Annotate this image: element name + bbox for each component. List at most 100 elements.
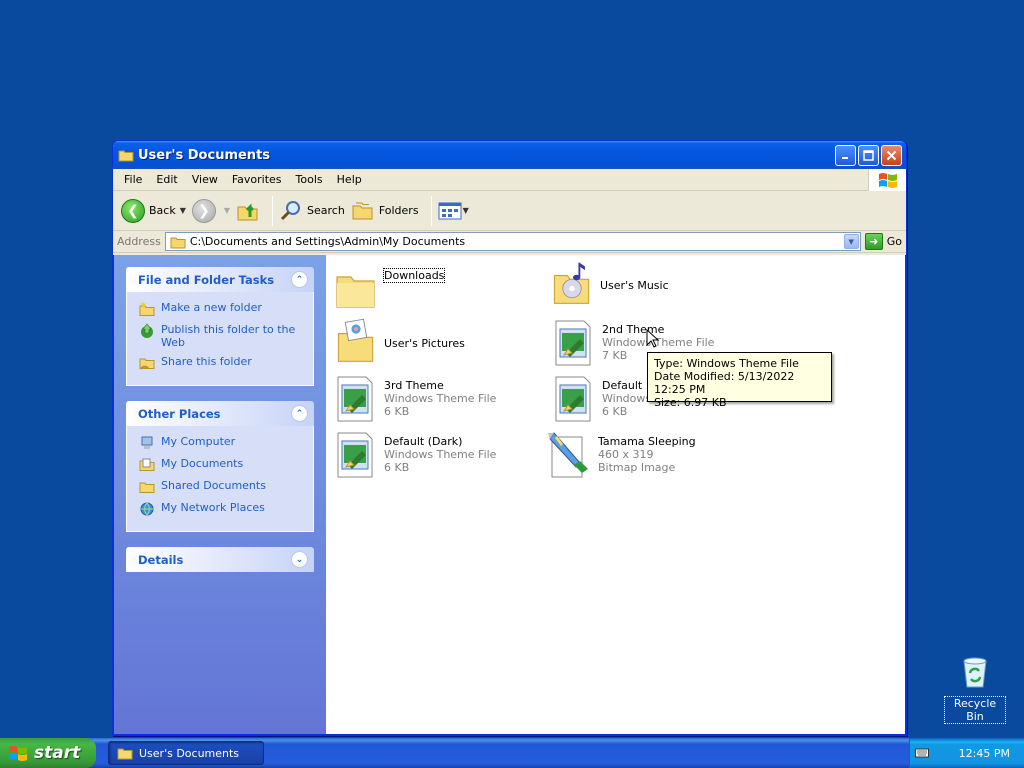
windows-logo-icon [868,169,906,191]
file-item-users-pictures[interactable]: User's Pictures [334,317,549,365]
menu-tools[interactable]: Tools [289,173,330,186]
minimize-button[interactable] [835,144,856,166]
file-name: Downloads [382,268,446,283]
my-documents-link[interactable]: My Documents [139,457,303,473]
my-network-places-link[interactable]: My Network Places [139,501,303,517]
file-item-default-dark[interactable]: Default (Dark) Windows Theme File 6 KB [334,431,549,479]
folder-icon [336,276,375,308]
forward-dropdown-icon[interactable]: ▼ [224,206,230,215]
network-places-icon [140,502,154,516]
file-size: 6 KB [384,461,410,474]
my-computer-icon [141,436,153,449]
title-bar[interactable]: User's Documents [113,141,906,169]
mouse-cursor-icon [646,329,660,348]
make-new-folder-link[interactable]: Make a new folder [139,301,303,317]
task-label: Share this folder [161,355,252,368]
up-folder-button[interactable] [236,199,260,223]
toolbar-separator [430,195,432,226]
folder-icon [170,237,186,248]
address-input[interactable]: C:\Documents and Settings\Admin\My Docum… [164,232,861,251]
music-folder-icon [553,262,590,304]
address-dropdown-icon[interactable]: ▼ [843,234,859,249]
menu-edit[interactable]: Edit [149,173,184,186]
shared-documents-icon [139,482,155,493]
panel-title: Other Places [138,406,221,421]
start-button[interactable]: start [0,738,96,768]
other-places-header[interactable]: Other Places ⌃ [126,401,314,426]
search-button[interactable]: Search [279,199,345,223]
new-folder-icon [139,302,155,316]
clock[interactable]: 12:45 PM [959,747,1010,760]
expand-chevron-icon[interactable]: ⌄ [291,551,308,568]
keyboard-icon[interactable] [915,747,929,759]
other-places-panel: Other Places ⌃ My Computer My Documents … [126,401,314,532]
taskbar: start User's Documents 12:45 PM [0,738,1024,768]
menu-favorites[interactable]: Favorites [225,173,289,186]
file-item-tamama-sleeping[interactable]: Tamama Sleeping 460 x 319 Bitmap Image [548,431,763,479]
recycle-bin-label: Recycle Bin [944,696,1006,724]
share-folder-link[interactable]: Share this folder [139,355,303,371]
menu-file[interactable]: File [117,173,149,186]
address-label: Address [117,235,161,248]
taskbar-item-users-documents[interactable]: User's Documents [108,741,264,765]
toolbar: ❮ Back ▼ ❯ ▼ Search Folders ▼ [113,191,906,231]
file-item-3rd-theme[interactable]: 3rd Theme Windows Theme File 6 KB [334,375,549,423]
collapse-chevron-icon[interactable]: ⌃ [291,405,308,422]
windows-flag-icon [9,746,27,761]
collapse-chevron-icon[interactable]: ⌃ [291,271,308,288]
file-item-downloads[interactable]: Downloads [334,265,549,313]
go-label: Go [886,235,902,248]
task-label: Shared Documents [161,479,266,492]
tooltip-date-modified: Date Modified: 5/13/2022 12:25 PM [654,370,795,396]
file-list: Downloads User's Music User's Pictures 2… [326,255,905,734]
panel-body: My Computer My Documents Shared Document… [126,426,314,532]
menu-bar: File Edit View Favorites Tools Help [113,169,906,191]
go-button[interactable]: ➜ Go [864,233,902,250]
folders-label: Folders [378,204,419,217]
publish-folder-web-link[interactable]: Publish this folder to the Web [139,323,303,349]
tooltip-type: Type: Windows Theme File [654,357,799,370]
close-icon [886,150,897,160]
forward-arrow-icon: ❯ [191,198,216,223]
file-type: Windows Theme File [384,392,497,405]
toolbar-separator [272,195,274,226]
file-name: Default [602,379,643,392]
my-documents-icon [139,458,155,471]
file-folder-tasks-header[interactable]: File and Folder Tasks ⌃ [126,267,314,292]
back-dropdown-icon[interactable]: ▼ [180,206,186,215]
menu-view[interactable]: View [185,173,225,186]
share-folder-icon [139,358,155,370]
window-title: User's Documents [138,147,271,163]
explorer-window: User's Documents File Edit View Favorite… [112,140,907,736]
address-value: C:\Documents and Settings\Admin\My Docum… [189,235,466,248]
panel-title: Details [138,552,184,567]
panel-title: File and Folder Tasks [138,272,275,287]
file-type: Windows [602,392,652,405]
back-arrow-icon: ❮ [121,198,145,223]
search-icon [280,200,301,220]
folders-button[interactable]: Folders [351,199,419,223]
file-type: Bitmap Image [598,461,676,474]
my-computer-link[interactable]: My Computer [139,435,303,451]
file-folder-tasks-panel: File and Folder Tasks ⌃ Make a new folde… [126,267,314,386]
theme-file-icon [555,320,591,366]
details-header[interactable]: Details ⌄ [126,547,314,572]
address-bar: Address C:\Documents and Settings\Admin\… [113,231,906,253]
pictures-folder-icon [337,318,374,362]
shared-documents-link[interactable]: Shared Documents [139,479,303,495]
folders-icon [352,202,373,219]
menu-help[interactable]: Help [330,173,369,186]
file-item-users-music[interactable]: User's Music [550,259,765,307]
task-label: Make a new folder [161,301,262,314]
recycle-bin-desktop-icon[interactable]: Recycle Bin [944,655,1006,724]
file-size: 6 KB [384,405,410,418]
views-button[interactable]: ▼ [438,201,469,221]
back-button[interactable]: ❮ Back ▼ [121,198,186,223]
forward-button[interactable]: ❯ ▼ [191,198,230,223]
maximize-button[interactable] [858,144,879,166]
bitmap-image-icon [548,432,588,478]
views-dropdown-icon[interactable]: ▼ [463,206,469,215]
close-button[interactable] [881,144,902,166]
file-info-tooltip: Type: Windows Theme File Date Modified: … [647,352,832,409]
task-pane: File and Folder Tasks ⌃ Make a new folde… [114,255,326,734]
